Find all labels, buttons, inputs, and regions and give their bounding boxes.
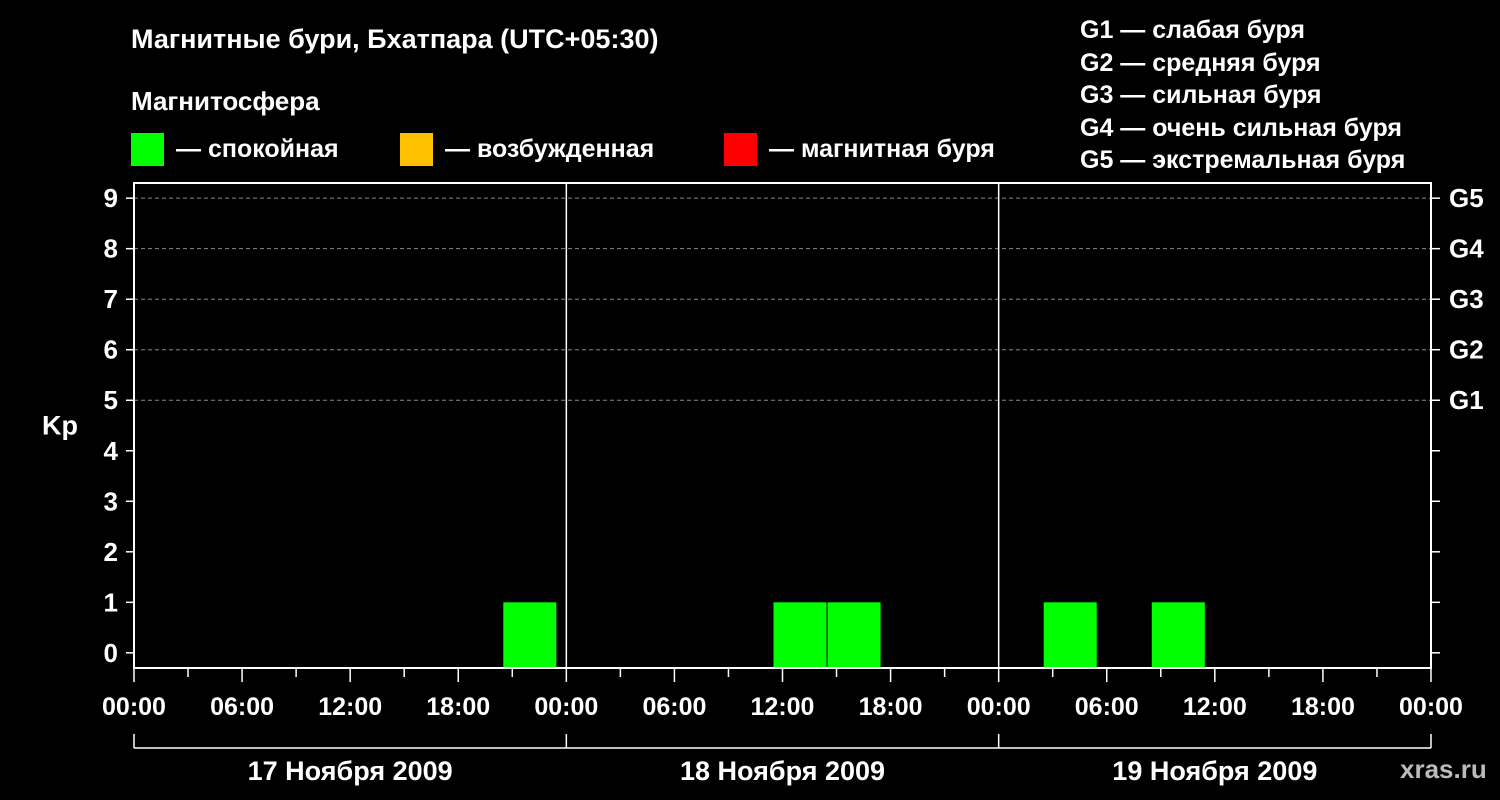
right-axis-label-g5: G5 bbox=[1449, 183, 1484, 213]
day-label-1: 18 Ноября 2009 bbox=[680, 756, 885, 786]
kp-bar-2 bbox=[827, 602, 881, 668]
y-tick-label-4: 4 bbox=[104, 436, 119, 466]
y-tick-label-1: 1 bbox=[104, 587, 118, 617]
kp-bar-1 bbox=[773, 602, 827, 668]
right-axis-label-g4: G4 bbox=[1449, 234, 1484, 264]
right-axis-label-g1: G1 bbox=[1449, 385, 1484, 415]
kp-bar-3 bbox=[1043, 602, 1097, 668]
y-tick-label-0: 0 bbox=[104, 638, 118, 668]
day-label-0: 17 Ноября 2009 bbox=[248, 756, 453, 786]
x-tick-label-3: 18:00 bbox=[426, 693, 490, 721]
y-tick-label-2: 2 bbox=[104, 537, 118, 567]
right-axis-label-g3: G3 bbox=[1449, 284, 1484, 314]
right-axis-label-g2: G2 bbox=[1449, 335, 1484, 365]
y-axis-label: Kp bbox=[42, 411, 78, 441]
x-tick-label-6: 12:00 bbox=[751, 693, 815, 721]
kp-bar-0 bbox=[503, 602, 557, 668]
watermark: xras.ru bbox=[1400, 754, 1487, 784]
kp-chart: 0 1 2 3 4 5 6 7 8 9 G1 G2 G3 G4 G5 Kp 00:00 06:00 12:00 18:… bbox=[42, 182, 1484, 786]
y-tick-label-7: 7 bbox=[104, 284, 118, 314]
y-tick-label-6: 6 bbox=[104, 335, 118, 365]
x-tick-label-2: 12:00 bbox=[318, 693, 382, 721]
y-tick-label-5: 5 bbox=[104, 385, 118, 415]
day-label-2: 19 Ноября 2009 bbox=[1112, 756, 1317, 786]
y-tick-label-3: 3 bbox=[104, 486, 118, 516]
plot-frame bbox=[133, 182, 1432, 669]
x-tick-label-7: 18:00 bbox=[859, 693, 923, 721]
x-tick-label-4: 00:00 bbox=[534, 693, 598, 721]
y-tick-label-9: 9 bbox=[104, 183, 118, 213]
x-tick-label-1: 06:00 bbox=[210, 693, 274, 721]
x-tick-label-5: 06:00 bbox=[642, 693, 706, 721]
x-tick-label-9: 06:00 bbox=[1075, 693, 1139, 721]
x-tick-label-8: 00:00 bbox=[967, 693, 1031, 721]
kp-bar-4 bbox=[1151, 602, 1205, 668]
x-tick-label-12: 00:00 bbox=[1399, 693, 1463, 721]
x-tick-label-0: 00:00 bbox=[102, 693, 166, 721]
x-tick-label-10: 12:00 bbox=[1183, 693, 1247, 721]
x-tick-label-11: 18:00 bbox=[1291, 693, 1355, 721]
y-tick-label-8: 8 bbox=[104, 234, 118, 264]
